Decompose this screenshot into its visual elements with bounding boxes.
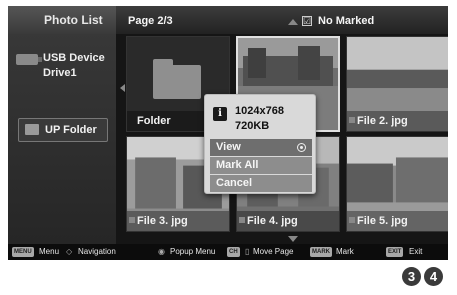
- left-arrow-icon[interactable]: [120, 84, 125, 92]
- exit-hint: Exit: [409, 247, 423, 256]
- navigation-hint: Navigation: [78, 247, 116, 256]
- resolution-label: 1024x768: [235, 105, 284, 117]
- move-page-hint: Move Page: [253, 247, 294, 256]
- step-badge-3: 3: [402, 267, 421, 286]
- menu-hint: Menu: [39, 247, 60, 256]
- ok-button-icon: ◉: [158, 247, 165, 256]
- mark-key-icon: MARK: [310, 247, 332, 257]
- tile-label: File 3. jpg: [127, 211, 229, 231]
- photo-info: i 1024x768 720KB: [211, 101, 311, 135]
- radio-selected-icon: [297, 143, 306, 152]
- ch-key-icon: CH: [227, 247, 240, 257]
- up-folder-label: UP Folder: [45, 124, 97, 136]
- usb-device-label: USB Device: [43, 52, 105, 64]
- menu-key-icon: MENU: [12, 247, 34, 257]
- ch-arrow-icon: ▯: [245, 247, 250, 256]
- step-badge-4: 4: [424, 267, 443, 286]
- popup-menu: i 1024x768 720KB View Mark All Cancel: [204, 94, 316, 194]
- cancel-menu-item[interactable]: Cancel: [210, 175, 312, 192]
- photo-list-screen: Photo List USB Device Drive1 UP Folder P…: [8, 6, 448, 260]
- unmarked-checkbox-icon[interactable]: [239, 217, 245, 223]
- photo-tile[interactable]: File 2. jpg: [346, 36, 448, 132]
- navigation-icon: ◇: [66, 247, 73, 256]
- drive-label: Drive1: [43, 67, 77, 79]
- scroll-down-icon[interactable]: [288, 236, 298, 242]
- unmarked-checkbox-icon[interactable]: [349, 217, 355, 223]
- folder-icon: [153, 59, 201, 99]
- photo-tile[interactable]: File 5. jpg: [346, 136, 448, 232]
- usb-icon: [16, 54, 42, 65]
- scroll-up-icon[interactable]: [288, 19, 298, 25]
- popup-menu-hint: Popup Menu: [170, 247, 216, 256]
- tile-label: File 2. jpg: [347, 111, 448, 131]
- unmarked-checkbox-icon[interactable]: [349, 117, 355, 123]
- mark-all-menu-item[interactable]: Mark All: [210, 157, 312, 174]
- mark-hint: Mark: [336, 247, 354, 256]
- file-size-label: 720KB: [235, 120, 270, 132]
- folder-up-icon: [25, 124, 39, 135]
- sidebar: Photo List USB Device Drive1 UP Folder: [8, 6, 116, 244]
- sidebar-title: Photo List: [8, 6, 116, 34]
- tile-label: File 4. jpg: [237, 211, 339, 231]
- page-indicator: Page 2/3: [128, 15, 173, 27]
- tile-label: File 5. jpg: [347, 211, 448, 231]
- checkbox-icon: ☑: [302, 16, 312, 26]
- unmarked-checkbox-icon[interactable]: [129, 217, 135, 223]
- up-folder-button[interactable]: UP Folder: [18, 118, 108, 142]
- view-menu-item[interactable]: View: [210, 139, 312, 156]
- help-bar: MENU Menu ◇ Navigation ◉ Popup Menu CH ▯…: [8, 244, 448, 260]
- marked-status: No Marked: [318, 15, 375, 27]
- grid-header: Page 2/3 ☑ No Marked: [116, 6, 448, 34]
- exit-key-icon: EXIT: [386, 247, 404, 257]
- info-icon: i: [213, 107, 227, 121]
